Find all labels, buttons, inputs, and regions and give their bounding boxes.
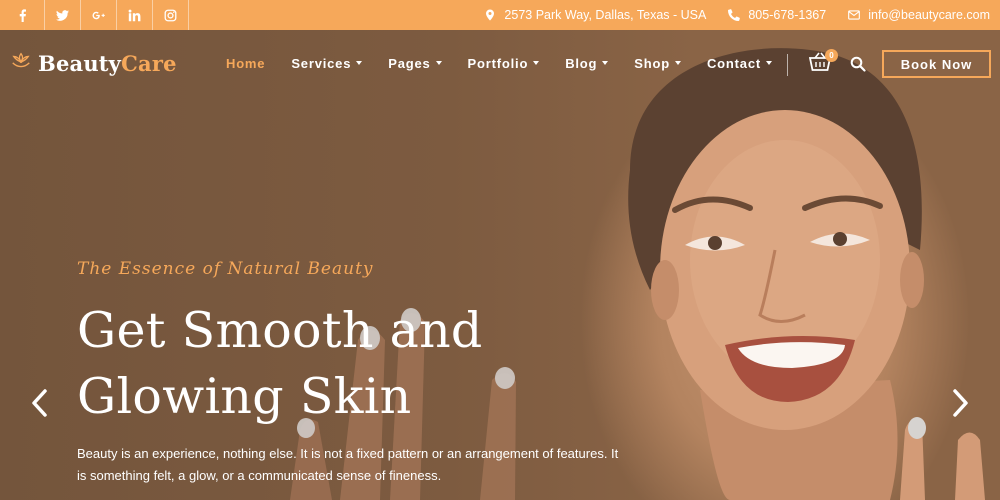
main-navbar: BeautyCare Home Services Pages Portfolio…: [0, 30, 1000, 96]
hero-headline-line1: Get Smooth and: [77, 302, 483, 359]
social-links: [0, 0, 189, 30]
nav-divider: [787, 54, 788, 76]
logo-text: BeautyCare: [38, 51, 177, 76]
logo[interactable]: BeautyCare: [10, 50, 177, 77]
book-now-button[interactable]: Book Now: [882, 50, 991, 78]
caret-down-icon: [602, 61, 609, 65]
search-icon[interactable]: [850, 56, 866, 72]
nav-item-home[interactable]: Home: [226, 56, 265, 71]
google-plus-icon[interactable]: [81, 0, 117, 30]
instagram-icon[interactable]: [153, 0, 189, 30]
location-pin-icon: [486, 9, 495, 21]
nav-item-portfolio[interactable]: Portfolio: [468, 56, 540, 71]
hero-eyebrow: The Essence of Natural Beauty: [77, 259, 374, 279]
cart-count-badge: 0: [825, 49, 838, 62]
email-text: info@beautycare.com: [868, 8, 990, 22]
caret-down-icon: [435, 61, 442, 65]
facebook-icon[interactable]: [0, 0, 45, 30]
top-bar: 2573 Park Way, Dallas, Texas - USA 805-6…: [0, 0, 1000, 30]
hero-portrait-image: [628, 48, 985, 500]
caret-down-icon: [765, 61, 772, 65]
cart-button[interactable]: 0: [808, 49, 838, 74]
phone[interactable]: 805-678-1367: [728, 8, 826, 22]
nav-item-shop[interactable]: Shop: [634, 56, 681, 71]
nav-item-pages[interactable]: Pages: [388, 56, 442, 71]
caret-down-icon: [356, 61, 363, 65]
twitter-icon[interactable]: [45, 0, 81, 30]
chevron-left-icon: [32, 389, 47, 417]
email[interactable]: info@beautycare.com: [848, 8, 990, 22]
lotus-icon: [10, 50, 32, 77]
slider-next-button[interactable]: [952, 388, 970, 418]
slider-prev-button[interactable]: [30, 388, 48, 418]
linkedin-icon[interactable]: [117, 0, 153, 30]
nav-item-blog[interactable]: Blog: [565, 56, 609, 71]
main-menu: Home Services Pages Portfolio Blog Shop …: [226, 30, 798, 96]
hero-headline-line2: Glowing Skin: [77, 368, 412, 425]
chevron-right-icon: [953, 389, 968, 417]
address-text: 2573 Park Way, Dallas, Texas - USA: [504, 8, 707, 22]
hero-description: Beauty is an experience, nothing else. I…: [77, 446, 619, 483]
nav-item-services[interactable]: Services: [291, 56, 363, 71]
caret-down-icon: [674, 61, 681, 65]
hero-headline: Get Smooth and Glowing Skin: [77, 298, 597, 430]
contact-info: 2573 Park Way, Dallas, Texas - USA 805-6…: [484, 0, 990, 30]
caret-down-icon: [533, 61, 540, 65]
address: 2573 Park Way, Dallas, Texas - USA: [484, 8, 706, 22]
phone-icon: [728, 9, 741, 21]
envelope-icon: [848, 10, 861, 20]
phone-text: 805-678-1367: [748, 8, 827, 22]
nav-item-contact[interactable]: Contact: [707, 56, 772, 71]
